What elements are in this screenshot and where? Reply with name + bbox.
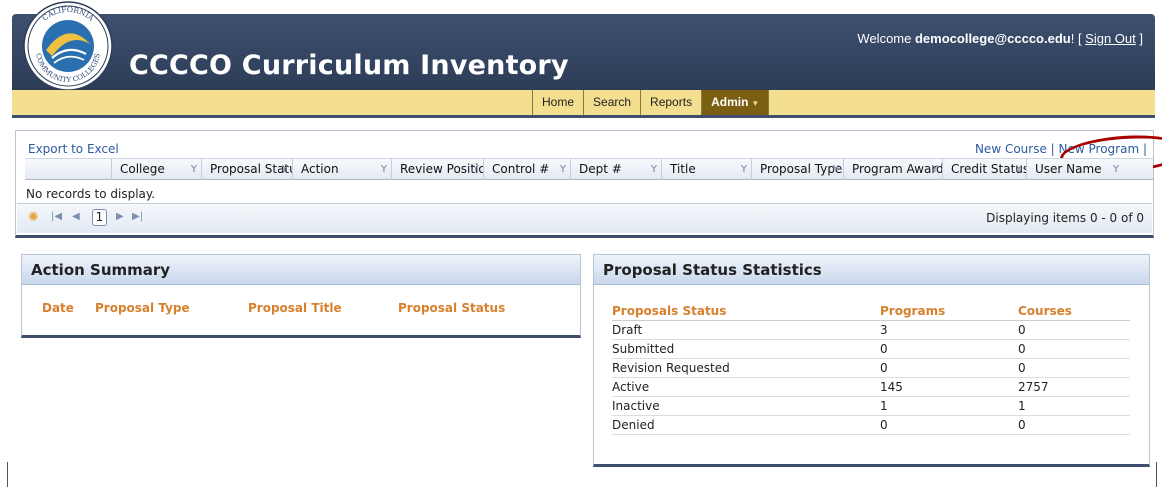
filter-icon[interactable]: Y <box>473 159 479 180</box>
stats-courses: 2757 <box>1018 380 1049 394</box>
proposals-grid: Export to Excel New Course | New Program… <box>15 130 1162 238</box>
nav-home[interactable]: Home <box>532 90 583 115</box>
new-course-link[interactable]: New Course <box>975 142 1047 156</box>
welcome-prefix: Welcome <box>857 31 915 46</box>
column-header-blank <box>25 159 111 180</box>
edge-line-right <box>1156 462 1157 487</box>
grid-pager: ✺ |◀ ◀ 1 ▶ ▶| Displaying items 0 - 0 of … <box>17 203 1152 233</box>
column-header-program-award[interactable]: Program Award Y <box>843 159 942 180</box>
app-header: CCCCO Curriculum Inventory Welcome democ… <box>12 14 1155 90</box>
grid-header-row: CollegeY Proposal StatusY ActionY Review… <box>25 158 1153 180</box>
nav-admin-label: Admin <box>711 95 749 109</box>
last-page-icon[interactable]: ▶| <box>132 211 143 222</box>
stats-courses: 0 <box>1018 323 1026 337</box>
column-header-dept-number[interactable]: Dept # Y <box>570 159 661 180</box>
stats-row: Submitted 0 0 <box>612 340 1130 359</box>
nav-admin[interactable]: Admin ▼ <box>701 90 770 115</box>
stats-programs: 0 <box>880 418 888 432</box>
stats-row: Inactive 1 1 <box>612 397 1130 416</box>
pager-status-text: Displaying items 0 - 0 of 0 <box>986 211 1144 225</box>
stats-programs: 1 <box>880 399 888 413</box>
nav-search[interactable]: Search <box>583 90 640 115</box>
stats-header-courses: Courses <box>1018 304 1072 318</box>
action-header-proposal-title: Proposal Title <box>248 301 342 315</box>
welcome-message: Welcome democollege@cccco.edu! [ Sign Ou… <box>857 31 1143 46</box>
stats-programs: 145 <box>880 380 903 394</box>
stats-row: Draft 3 0 <box>612 321 1130 340</box>
stats-row: Denied 0 0 <box>612 416 1130 435</box>
college-seal-logo: CALIFORNIA COMMUNITY COLLEGES <box>23 1 113 91</box>
edge-line-left <box>7 462 8 487</box>
stats-table: Proposals Status Programs Courses Draft … <box>612 302 1130 435</box>
first-page-icon[interactable]: |◀ <box>51 211 62 222</box>
filter-icon[interactable]: Y <box>381 159 387 180</box>
stats-courses: 1 <box>1018 399 1026 413</box>
main-nav: Home Search Reports Admin ▼ <box>12 90 1155 118</box>
welcome-suffix: ! [ <box>1070 31 1086 46</box>
stats-status: Submitted <box>612 342 675 356</box>
stats-programs: 0 <box>880 342 888 356</box>
column-header-proposal-type[interactable]: Proposal Type Y <box>751 159 843 180</box>
filter-icon[interactable]: Y <box>191 159 197 180</box>
nav-search-label: Search <box>593 95 632 109</box>
nav-items: Home Search Reports Admin ▼ <box>532 90 770 115</box>
proposal-status-statistics-panel: Proposal Status Statistics Proposals Sta… <box>593 254 1150 467</box>
nav-home-label: Home <box>542 95 575 109</box>
refresh-icon[interactable]: ✺ <box>28 210 39 225</box>
column-header-title[interactable]: Title Y <box>661 159 751 180</box>
sign-out-link[interactable]: Sign Out <box>1085 31 1136 46</box>
grid-toolbar: Export to Excel New Course | New Program… <box>28 131 1162 177</box>
filter-icon[interactable]: Y <box>651 159 657 180</box>
new-links-separator: | <box>1046 142 1059 156</box>
next-page-icon[interactable]: ▶ <box>116 211 124 222</box>
action-header-proposal-status: Proposal Status <box>398 301 506 315</box>
stats-header-row: Proposals Status Programs Courses <box>612 302 1130 321</box>
action-summary-panel: Action Summary Date Proposal Type Propos… <box>21 254 581 338</box>
column-header-review-position[interactable]: Review PositionY <box>391 159 483 180</box>
stats-status: Active <box>612 380 650 394</box>
filter-icon[interactable]: Y <box>741 159 747 180</box>
filter-icon[interactable]: Y <box>833 159 839 180</box>
stats-header-programs: Programs <box>880 304 946 318</box>
stats-row: Revision Requested 0 0 <box>612 359 1130 378</box>
stats-courses: 0 <box>1018 361 1026 375</box>
stats-courses: 0 <box>1018 342 1026 356</box>
action-header-proposal-type: Proposal Type <box>95 301 190 315</box>
column-header-credit-status[interactable]: Credit Status Y <box>942 159 1026 180</box>
export-to-excel-link[interactable]: Export to Excel <box>28 142 119 156</box>
page-number-button[interactable]: 1 <box>92 209 107 226</box>
column-header-user-name[interactable]: User Name Y <box>1026 159 1123 180</box>
nav-reports-label: Reports <box>650 95 693 109</box>
filter-icon[interactable]: Y <box>1113 159 1119 180</box>
column-header-control-number[interactable]: Control # Y <box>483 159 570 180</box>
filter-icon[interactable]: Y <box>282 159 288 180</box>
stats-row: Active 145 2757 <box>612 378 1130 397</box>
user-email: democollege@cccco.edu <box>914 31 1071 46</box>
filter-icon[interactable]: Y <box>1016 159 1022 180</box>
stats-status: Denied <box>612 418 655 432</box>
prev-page-icon[interactable]: ◀ <box>72 211 80 222</box>
stats-status: Revision Requested <box>612 361 730 375</box>
stats-status: Draft <box>612 323 643 337</box>
dropdown-caret-icon: ▼ <box>751 99 760 108</box>
stats-courses: 0 <box>1018 418 1026 432</box>
no-records-message: No records to display. <box>26 187 156 201</box>
welcome-end: ] <box>1135 31 1143 46</box>
column-header-action[interactable]: Action Y <box>292 159 391 180</box>
stats-status: Inactive <box>612 399 660 413</box>
stats-header-status: Proposals Status <box>612 304 727 318</box>
column-header-proposal-status[interactable]: Proposal StatusY <box>201 159 292 180</box>
filter-icon[interactable]: Y <box>932 159 938 180</box>
action-summary-title: Action Summary <box>22 255 580 285</box>
stats-programs: 3 <box>880 323 888 337</box>
filter-icon[interactable]: Y <box>560 159 566 180</box>
stats-programs: 0 <box>880 361 888 375</box>
nav-reports[interactable]: Reports <box>640 90 701 115</box>
stats-title: Proposal Status Statistics <box>594 255 1149 285</box>
column-header-college[interactable]: College Y <box>111 159 201 180</box>
action-header-date: Date <box>42 301 74 315</box>
app-title: CCCCO Curriculum Inventory <box>129 50 569 81</box>
